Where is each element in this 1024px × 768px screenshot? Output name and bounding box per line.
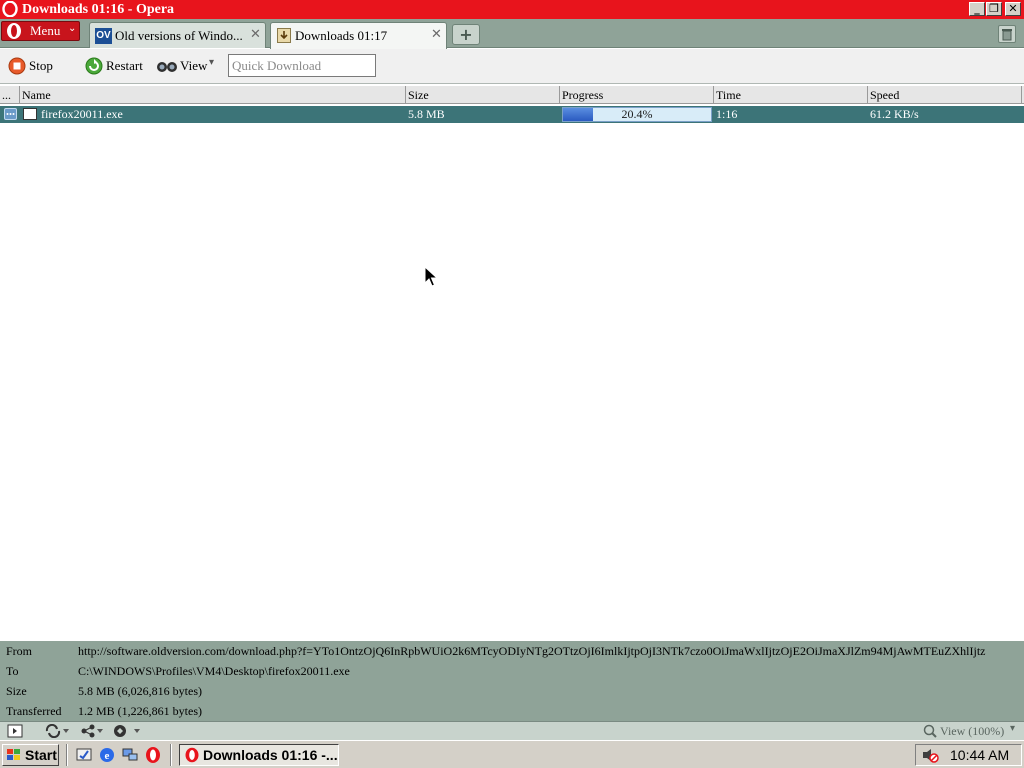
menu-label: Menu xyxy=(30,23,61,38)
trash-icon[interactable] xyxy=(998,25,1016,43)
column-header-progress[interactable]: Progress xyxy=(560,86,714,104)
size-label: Size xyxy=(6,684,27,698)
start-button[interactable]: Start xyxy=(2,744,59,766)
stop-icon xyxy=(8,57,26,75)
to-label: To xyxy=(6,664,19,678)
zoom-icon xyxy=(923,724,937,738)
from-label: From xyxy=(6,644,33,658)
tab-close-icon[interactable]: ✕ xyxy=(250,27,261,42)
view-button[interactable]: View ▾ xyxy=(156,57,220,75)
progress-percent: 20.4% xyxy=(621,107,653,121)
restart-label: Restart xyxy=(106,58,143,73)
tab-label: Old versions of Windo... xyxy=(115,28,243,43)
to-path[interactable]: C:\WINDOWS\Profiles\VM4\Desktop\firefox2… xyxy=(78,664,350,679)
windows-taskbar: Start e Downloads 01:16 -... 10:44 AM xyxy=(0,740,1024,768)
tab-old-versions[interactable]: OV Old versions of Windo... ✕ xyxy=(89,22,266,48)
clock[interactable]: 10:44 AM xyxy=(950,747,1009,763)
start-label: Start xyxy=(25,747,57,763)
download-details-panel: From http://software.oldversion.com/down… xyxy=(0,641,1024,721)
size-value: 5.8 MB (6,026,816 bytes) xyxy=(78,684,202,698)
network-icon[interactable] xyxy=(121,746,139,764)
opera-menu-button[interactable]: Menu ⌄ xyxy=(1,21,80,41)
close-button[interactable]: ✕ xyxy=(1005,2,1021,16)
file-icon xyxy=(23,108,37,120)
tab-close-icon[interactable]: ✕ xyxy=(431,27,442,42)
quick-download-input[interactable] xyxy=(228,54,376,77)
volume-muted-icon[interactable] xyxy=(921,747,939,763)
transferred-label: Transferred xyxy=(6,704,62,718)
sync-icon[interactable] xyxy=(44,724,70,738)
binoculars-icon xyxy=(157,62,177,72)
turbo-icon[interactable] xyxy=(113,724,143,738)
column-header-size[interactable]: Size xyxy=(406,86,560,104)
minimize-button[interactable]: _ xyxy=(969,2,985,16)
opera-o-icon xyxy=(7,23,21,39)
download-favicon-icon xyxy=(277,28,291,43)
from-url[interactable]: http://software.oldversion.com/download.… xyxy=(78,644,986,659)
taskbar-separator xyxy=(66,744,68,766)
restore-button[interactable]: ❐ xyxy=(986,2,1002,16)
time-remaining: 1:16 xyxy=(716,107,738,121)
file-name: firefox20011.exe xyxy=(41,107,123,121)
restart-icon xyxy=(85,57,103,75)
restart-button[interactable]: Restart xyxy=(85,57,147,75)
downloads-table-header: ... Name Size Progress Time Speed xyxy=(0,86,1024,104)
panel-toggle-icon[interactable] xyxy=(7,724,23,738)
window-title: Downloads 01:16 - Opera xyxy=(22,2,175,17)
tab-bar: Menu ⌄ OV Old versions of Windo... ✕ Dow… xyxy=(0,19,1024,49)
tab-downloads[interactable]: Downloads 01:17 ✕ xyxy=(270,22,447,49)
downloads-toolbar: Stop Restart View ▾ xyxy=(0,49,1024,84)
opera-window-icon xyxy=(185,747,199,763)
view-label: View xyxy=(180,58,208,73)
column-header-status[interactable]: ... xyxy=(0,86,20,104)
taskbar-separator xyxy=(170,744,172,766)
new-tab-button[interactable]: + xyxy=(452,24,480,45)
download-progress-bar: 20.4% xyxy=(562,107,712,122)
chevron-down-icon[interactable]: ▾ xyxy=(1010,723,1015,734)
mouse-cursor-icon xyxy=(424,266,438,287)
file-size: 5.8 MB xyxy=(408,107,445,121)
status-bar: View (100%) ▾ xyxy=(0,721,1024,740)
window-title-bar: Downloads 01:16 - Opera _ ❐ ✕ xyxy=(0,0,1024,19)
taskbar-window-opera[interactable]: Downloads 01:16 -... xyxy=(179,744,339,766)
chevron-down-icon: ▾ xyxy=(209,57,215,68)
column-header-name[interactable]: Name xyxy=(20,86,406,104)
svg-text:e: e xyxy=(105,750,110,762)
column-header-speed[interactable]: Speed xyxy=(868,86,1022,104)
unite-icon[interactable] xyxy=(80,724,106,738)
zoom-level[interactable]: View (100%) xyxy=(940,724,1004,739)
chevron-down-icon: ⌄ xyxy=(68,23,77,34)
stop-button[interactable]: Stop xyxy=(8,57,60,75)
show-desktop-icon[interactable] xyxy=(75,746,93,764)
transferred-value: 1.2 MB (1,226,861 bytes) xyxy=(78,704,202,718)
opera-quicklaunch-icon[interactable] xyxy=(144,746,162,764)
windows-logo-icon xyxy=(7,749,20,760)
stop-label: Stop xyxy=(29,58,53,73)
table-row[interactable]: firefox20011.exe 5.8 MB 20.4% 1:16 61.2 … xyxy=(0,106,1024,123)
tab-label: Downloads 01:17 xyxy=(295,28,388,43)
taskbar-window-label: Downloads 01:16 -... xyxy=(203,747,338,763)
internet-explorer-icon[interactable]: e xyxy=(98,746,116,764)
system-tray: 10:44 AM xyxy=(915,744,1022,766)
downloading-status-icon xyxy=(4,108,17,120)
download-speed: 61.2 KB/s xyxy=(870,107,919,121)
opera-logo-icon xyxy=(2,1,18,17)
column-header-time[interactable]: Time xyxy=(714,86,868,104)
oldversion-favicon-icon: OV xyxy=(95,28,112,44)
